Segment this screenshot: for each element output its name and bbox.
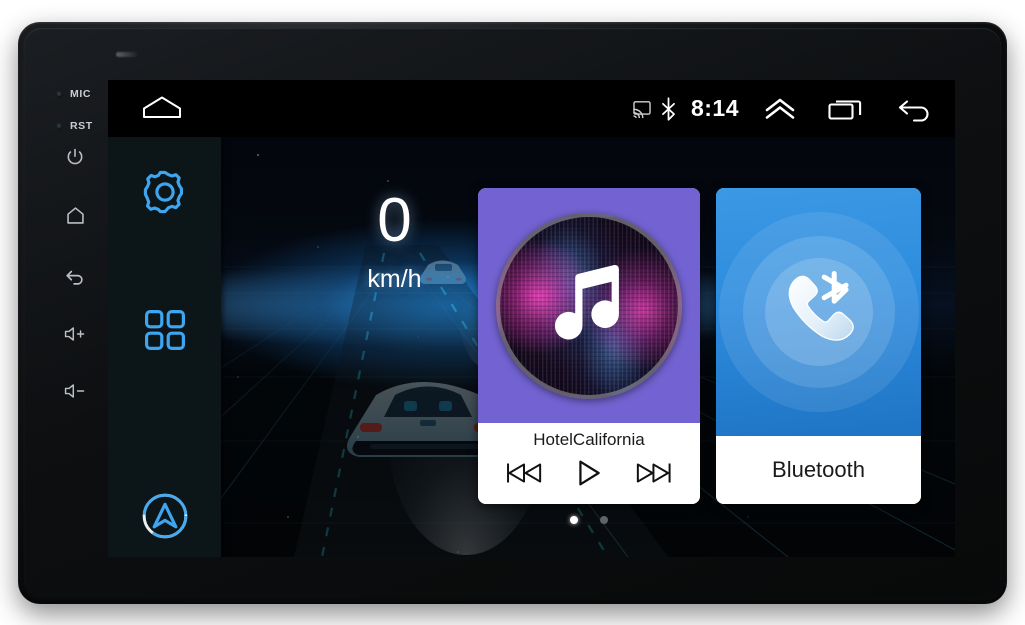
volume-up-icon: [63, 325, 87, 343]
music-album-art[interactable]: [478, 188, 700, 423]
volume-up-button[interactable]: [60, 319, 90, 349]
gear-icon: [140, 167, 190, 222]
touchscreen[interactable]: 0 km/h HotelCalifornia Bluetooth 8:14: [108, 80, 955, 557]
bluetooth-icon[interactable]: [656, 80, 681, 137]
previous-track-button[interactable]: [498, 456, 550, 494]
mic-label: MIC: [70, 88, 92, 100]
statusbar-home-button[interactable]: [138, 94, 186, 124]
skip-previous-icon: [505, 459, 543, 492]
mic-indicator: MIC: [56, 88, 91, 100]
phone-bluetooth-icon: [769, 260, 869, 365]
sidebar-item-settings[interactable]: [134, 163, 196, 225]
status-bar: 8:14: [108, 80, 955, 137]
music-info-panel: HotelCalifornia: [478, 423, 700, 504]
music-widget[interactable]: HotelCalifornia: [478, 188, 700, 504]
play-icon: [574, 458, 604, 493]
recents-icon[interactable]: [811, 80, 883, 137]
skip-next-icon: [635, 459, 673, 492]
reset-label: RST: [70, 120, 93, 132]
bluetooth-label-panel: Bluetooth: [716, 436, 921, 504]
sidebar-item-navigation[interactable]: [134, 487, 196, 549]
reset-led[interactable]: [56, 122, 63, 130]
reset-indicator[interactable]: RST: [56, 120, 93, 132]
home-button[interactable]: [60, 200, 90, 230]
back-icon[interactable]: [883, 80, 947, 137]
bluetooth-label: Bluetooth: [772, 457, 865, 482]
home-icon: [141, 94, 183, 125]
page-indicator[interactable]: [478, 516, 700, 524]
album-disc: [496, 212, 682, 399]
app-sidebar: [108, 137, 221, 557]
cast-icon[interactable]: [628, 80, 656, 137]
head-unit-device: MIC RST 0 km/h HotelCalifornia Bluetooth…: [18, 22, 1007, 604]
volume-down-button[interactable]: [60, 376, 90, 406]
car-far: [420, 260, 466, 284]
page-dot-1[interactable]: [570, 516, 578, 524]
home-icon: [65, 205, 86, 226]
play-button[interactable]: [563, 456, 615, 494]
bluetooth-widget[interactable]: Bluetooth: [716, 188, 921, 504]
back-icon: [64, 266, 86, 288]
chevron-up-icon[interactable]: [749, 80, 811, 137]
power-icon: [65, 147, 85, 167]
power-button[interactable]: [60, 142, 90, 172]
statusbar-clock: 8:14: [690, 95, 739, 121]
sidebar-item-apps[interactable]: [134, 301, 196, 363]
music-track-title: HotelCalifornia: [533, 430, 645, 449]
navigation-arrow-icon: [140, 491, 190, 546]
bluetooth-art[interactable]: [716, 188, 921, 436]
music-transport-controls: [478, 456, 700, 494]
mic-led: [56, 90, 63, 98]
statusbar-right-group: 8:14: [628, 80, 947, 137]
back-button[interactable]: [60, 262, 90, 292]
page-dot-2[interactable]: [600, 516, 608, 524]
volume-down-icon: [63, 382, 87, 400]
next-track-button[interactable]: [628, 456, 680, 494]
music-note-icon: [543, 257, 635, 354]
apps-grid-icon: [141, 306, 189, 359]
